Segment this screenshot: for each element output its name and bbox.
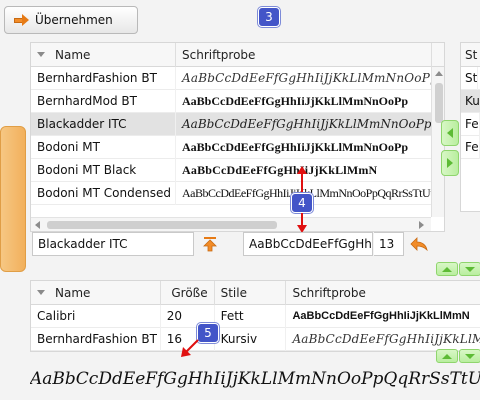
chevron-right-icon [447,158,453,168]
font-sample-cell: AaBbCcDdEeFfGgHhIiJjKkLlMmNnOoPp [176,66,432,90]
arrow-up-icon [203,237,217,252]
column-header-size[interactable]: Größe [161,281,215,305]
font-list-horizontal-scrollbar[interactable] [31,217,431,231]
list-item[interactable]: Fe [461,135,480,159]
font-name-cell: Blackadder ITC [31,112,176,136]
size-input[interactable]: 13 [374,232,404,256]
move-down-button[interactable] [459,262,480,276]
sample-text-input[interactable]: AaBbCcDdEeFfGgHhIi [243,232,373,256]
font-preview: AaBbCcDdEeFfGgHhIiJjKkLlMmNnOoPpQqRrSsTt… [30,369,480,389]
font-name-input[interactable]: Blackadder ITC [32,232,194,256]
red-arrow-icon [181,339,199,357]
font-name-cell: Calibri [31,304,161,328]
table-row[interactable]: Bodoni MT Condensed AaBbCcDdEeFfGgHhIiJj… [31,181,444,205]
selected-fonts-table: Name Größe Stile Schriftprobe Calibri 20… [30,280,480,352]
scroll-left-icon[interactable] [35,221,40,229]
column-header-style[interactable]: Stile [215,281,287,305]
font-sample-cell: AaBbCcDdEeFfGgHhIiJjKkLlMmNnOo [286,328,480,351]
apply-button-label: Übernehmen [35,13,113,27]
font-name-cell: BernhardFashion BT [31,66,176,90]
font-sample-cell: AaBbCcDdEeFfGgHhIiJjKkLlMmN [286,305,480,328]
move-up-button[interactable] [436,349,458,363]
side-panel-toggle[interactable] [0,126,26,272]
reorder-controls-bottom [436,349,480,363]
font-sample-cell: AaBbCcDdEeFfGgHhIiJjKkLlMmNnOoPp [176,89,432,113]
column-header-sample[interactable]: Schriftprobe [176,43,432,67]
column-header-name[interactable]: Name [31,43,176,67]
undo-arrow-icon [410,237,428,251]
scrollbar-thumb[interactable] [47,221,277,229]
font-name-cell: Bodoni MT Condensed [31,181,176,205]
chevron-up-icon [442,353,452,359]
table-row[interactable]: Calibri 20 Fett AaBbCcDdEeFfGgHhIiJjKkLl… [31,304,480,328]
column-header-sample[interactable]: Schriftprobe [286,281,480,305]
table-row-selected[interactable]: Blackadder ITC AaBbCcDdEeFfGgHhIiJjKkLlM… [31,112,444,136]
apply-button[interactable]: Übernehmen [4,6,138,34]
chevron-up-icon [442,266,452,272]
font-list-header: Name Schriftprobe [31,43,444,67]
style-list-header: St [461,43,480,67]
table-row[interactable]: BernhardMod BT AaBbCcDdEeFfGgHhIiJjKkLlM… [31,89,444,113]
table-row[interactable]: Bodoni MT Black AaBbCcDdEeFfGgHhIiJjKkLl… [31,158,444,182]
move-right-button[interactable] [441,150,459,176]
arrow-right-icon [13,14,29,26]
chevron-down-icon [37,290,45,295]
font-name-cell: Bodoni MT [31,135,176,159]
move-up-button[interactable] [436,262,458,276]
step-badge-4: 4 [291,193,313,213]
scrollbar-thumb[interactable] [435,83,443,123]
list-item[interactable]: Fe [461,112,480,136]
table-row[interactable]: Bodoni MT AaBbCcDdEeFfGgHhIiJjKkLlMmNnOo… [31,135,444,159]
font-name-cell: Bodoni MT Black [31,158,176,182]
selected-fonts-header: Name Größe Stile Schriftprobe [31,281,480,305]
table-row[interactable]: BernhardFashion BT 16 Kursiv AaBbCcDdEeF… [31,327,480,351]
list-item[interactable]: St [461,66,480,90]
scroll-right-icon[interactable] [419,221,424,229]
font-style-cell: Kursiv [215,327,287,351]
font-sample-cell: AaBbCcDdEeFfGgHhIiJjKkLlMmNnOoPp [176,135,432,159]
font-style-cell: Fett [215,304,287,328]
top-toolbar: Übernehmen [0,0,480,38]
font-list-table: Name Schriftprobe BernhardFashion BT AaB… [30,42,445,232]
scroll-up-icon[interactable] [435,71,443,76]
move-up-button[interactable] [197,232,223,256]
chevron-left-icon [447,128,453,138]
move-down-button[interactable] [459,349,480,363]
chevron-down-icon [465,353,475,359]
font-name-cell: BernhardMod BT [31,89,176,113]
chevron-down-icon [37,52,45,57]
column-header-style[interactable]: St [461,43,480,67]
reorder-controls-top [436,262,480,276]
chevron-down-icon [465,266,475,272]
step-badge-3: 3 [258,7,280,27]
font-sample-cell: AaBbCcDdEeFfGgHhIiJjKkLlMmNnOoPpQq [176,112,432,136]
list-item-selected[interactable]: Kursiv [461,90,480,113]
move-left-button[interactable] [441,120,459,146]
undo-button[interactable] [406,232,432,256]
table-row[interactable]: BernhardFashion BT AaBbCcDdEeFfGgHhIiJjK… [31,66,444,90]
style-list-table: St St Kursiv Fe Fe [460,42,480,212]
font-name-cell: BernhardFashion BT [31,327,161,351]
column-header-name[interactable]: Name [31,281,161,305]
